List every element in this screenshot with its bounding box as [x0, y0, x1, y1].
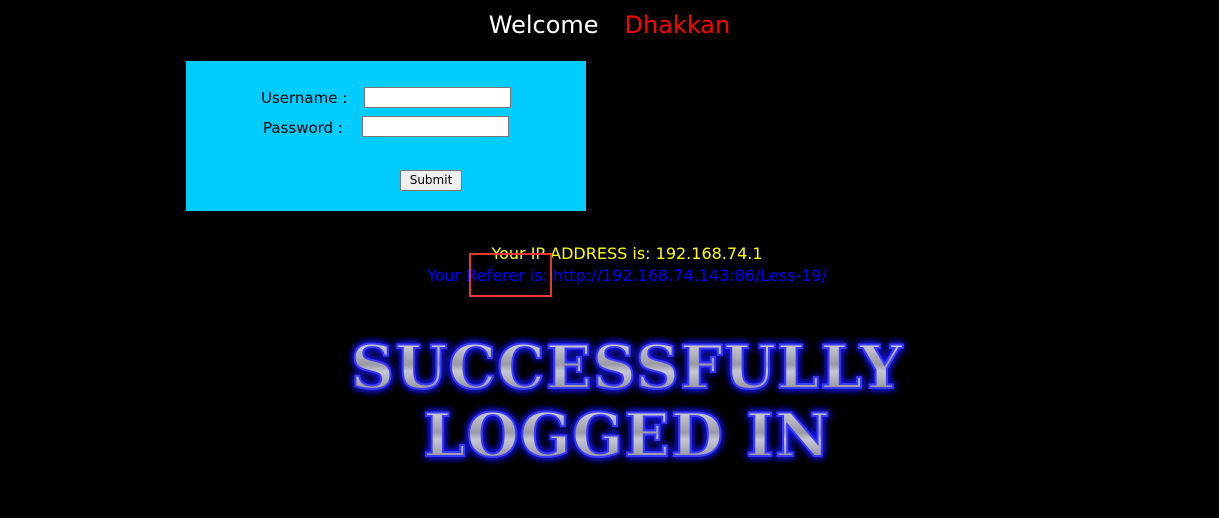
ip-address-text: Your IP ADDRESS is: 192.168.74.1 — [491, 244, 763, 263]
welcome-label: Welcome — [488, 11, 599, 39]
username-input[interactable] — [364, 87, 511, 108]
password-label: Password : — [263, 119, 343, 137]
annotation-highlight-box — [469, 253, 552, 297]
login-form: Username : Password : Submit — [186, 61, 586, 211]
page: Welcome Dhakkan Username : Password : Sub… — [0, 0, 1219, 518]
welcome-username: Dhakkan — [624, 11, 731, 39]
success-line2: LOGGED IN — [423, 401, 831, 470]
username-label: Username : — [261, 89, 348, 107]
submit-button[interactable]: Submit — [400, 170, 462, 191]
referer-text: Your Referer is: http://192.168.74.143:8… — [426, 266, 827, 285]
success-line1: SUCCESSFULLY — [351, 333, 904, 403]
welcome-heading: Welcome Dhakkan — [0, 10, 1219, 40]
success-logged-in-image: SUCCESSFULLY LOGGED IN — [350, 332, 904, 470]
password-input[interactable] — [362, 116, 509, 137]
